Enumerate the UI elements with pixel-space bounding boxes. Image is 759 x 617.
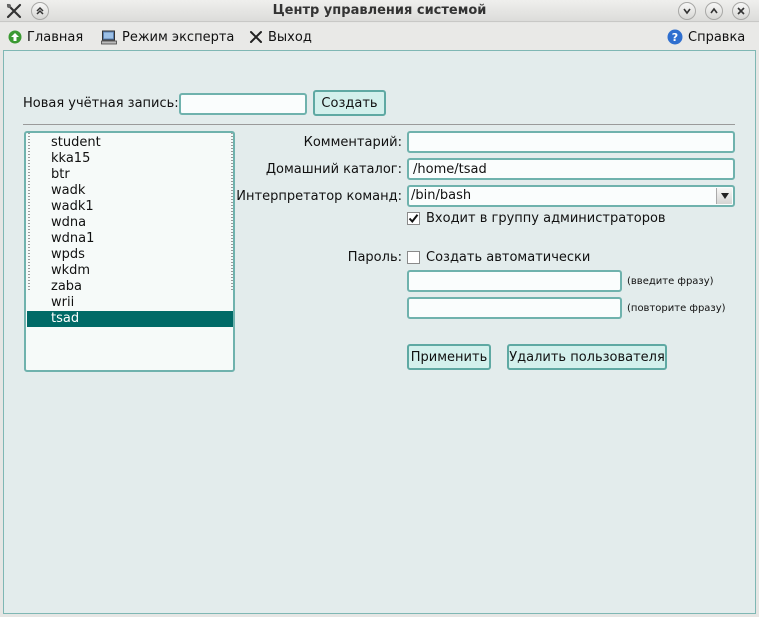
menu-help[interactable]: ? Справка: [667, 28, 745, 46]
auto-password-checkbox[interactable]: [407, 251, 420, 264]
list-item[interactable]: wdna: [27, 215, 233, 231]
create-button[interactable]: Создать: [313, 90, 386, 116]
shell-label: Интерпретатор команд:: [236, 189, 402, 204]
comment-field[interactable]: [407, 131, 735, 153]
list-item[interactable]: student: [27, 135, 233, 151]
comment-label: Комментарий:: [303, 135, 402, 150]
users-panel: Новая учётная запись: Создать student kk…: [3, 50, 756, 614]
home-arrow-icon: [8, 30, 22, 44]
list-item[interactable]: wdna1: [27, 231, 233, 247]
user-list[interactable]: student kka15 btr wadk wadk1 wdna wdna1 …: [24, 131, 235, 372]
delete-user-button[interactable]: Удалить пользователя: [507, 344, 667, 370]
auto-password-label: Создать автоматически: [426, 250, 591, 265]
window-title: Центр управления системой: [272, 3, 487, 18]
menu-help-label: Справка: [688, 29, 746, 45]
triangle-down-icon: [720, 193, 729, 199]
list-item[interactable]: wkdm: [27, 263, 233, 279]
password-field[interactable]: [407, 270, 622, 292]
list-item[interactable]: btr: [27, 167, 233, 183]
new-account-input[interactable]: [179, 93, 307, 115]
password-hint: (введите фразу): [627, 276, 714, 287]
home-dir-label: Домашний каталог:: [265, 162, 402, 177]
shell-select[interactable]: /bin/bash: [407, 185, 735, 207]
password-label: Пароль:: [347, 250, 402, 265]
tools-exit-icon: [250, 31, 262, 43]
menu-bar: Главная Режим эксперта Выход ? Справка: [0, 23, 759, 50]
new-account-label: Новая учётная запись:: [23, 96, 179, 111]
svg-text:?: ?: [672, 31, 678, 44]
list-item[interactable]: kka15: [27, 151, 233, 167]
checkmark-icon: [408, 214, 419, 224]
help-icon: ?: [667, 29, 683, 45]
chevron-up-icon: [710, 7, 718, 14]
minimize-button[interactable]: [678, 2, 696, 20]
close-button[interactable]: [732, 2, 750, 20]
password-confirm-hint: (повторите фразу): [627, 303, 726, 314]
separator: [23, 124, 735, 125]
list-item[interactable]: wrii: [27, 295, 233, 311]
list-item[interactable]: wadk1: [27, 199, 233, 215]
menu-exit[interactable]: Выход: [249, 28, 312, 46]
list-item-selected[interactable]: tsad: [27, 311, 233, 327]
list-item[interactable]: zaba: [27, 279, 233, 295]
dropdown-arrow-icon[interactable]: [716, 188, 732, 204]
title-bar: Центр управления системой: [0, 0, 759, 22]
menu-expert-label: Режим эксперта: [122, 29, 235, 45]
maximize-button[interactable]: [705, 2, 723, 20]
menu-exit-label: Выход: [268, 29, 312, 45]
chevron-down-icon: [683, 8, 691, 15]
computer-icon: [101, 30, 117, 44]
menu-expert-mode[interactable]: Режим эксперта: [101, 28, 234, 46]
menu-home[interactable]: Главная: [8, 28, 83, 46]
menu-home-label: Главная: [27, 29, 84, 45]
admin-group-label: Входит в группу администраторов: [426, 211, 666, 226]
password-confirm-field[interactable]: [407, 297, 622, 319]
admin-group-checkbox[interactable]: [407, 212, 420, 225]
list-item[interactable]: wadk: [27, 183, 233, 199]
close-icon: [737, 7, 745, 15]
apply-button[interactable]: Применить: [407, 344, 491, 370]
shell-select-value: /bin/bash: [411, 188, 472, 203]
home-dir-field[interactable]: [407, 158, 735, 180]
list-item[interactable]: wpds: [27, 247, 233, 263]
